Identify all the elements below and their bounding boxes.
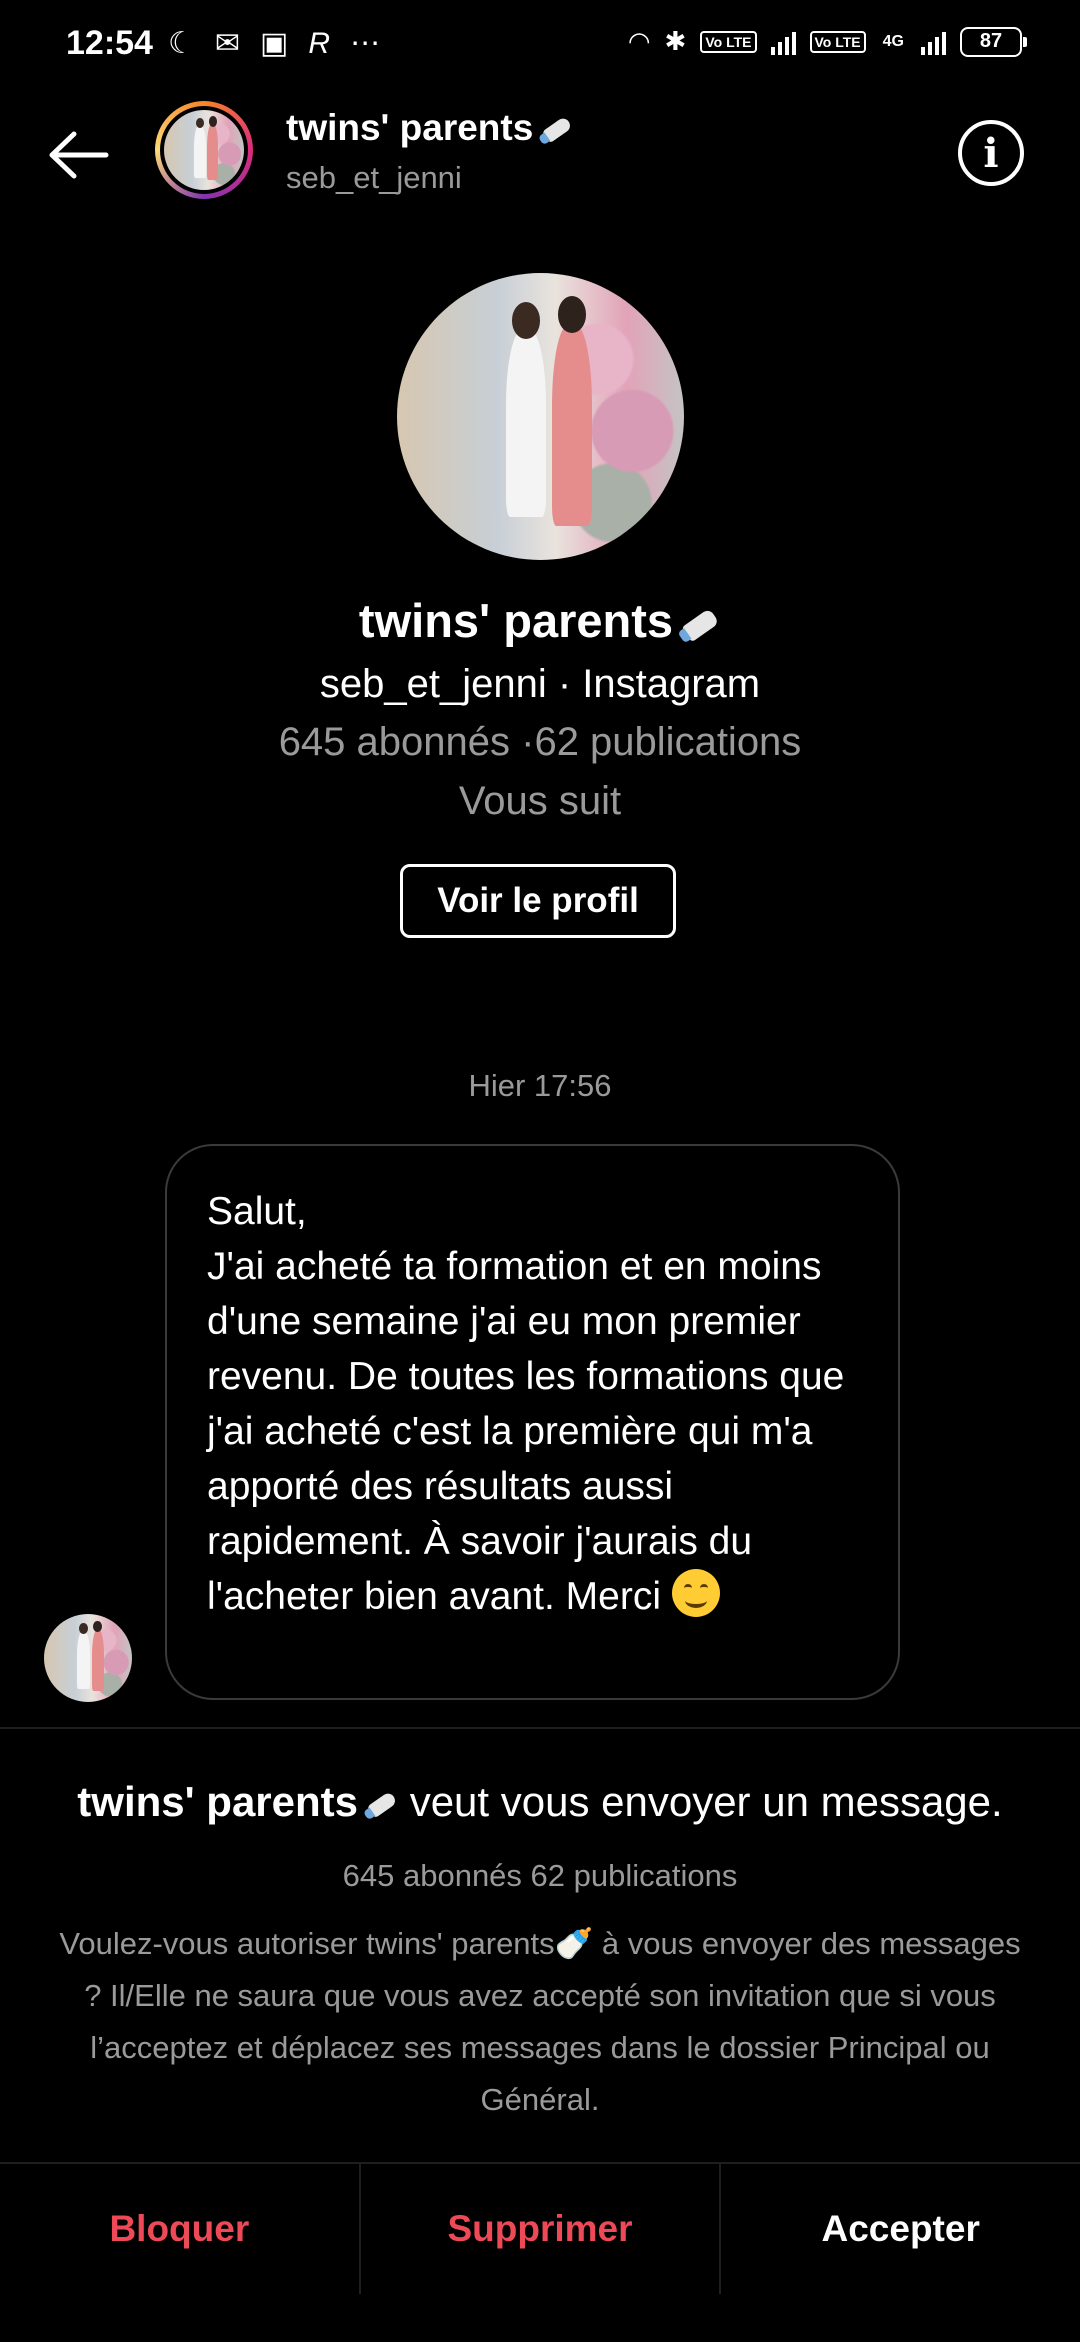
battery-icon: 87: [960, 26, 1027, 57]
volte-tag-1: Vo LTE: [700, 30, 757, 53]
profile-name: twins' parents: [0, 593, 1080, 648]
outlook-icon: ✉: [214, 27, 241, 60]
profile-stats: 645 abonnés ·62 publications: [278, 720, 802, 764]
divider: [0, 1727, 1080, 1729]
request-stats: 645 abonnés 62 publications: [342, 1858, 738, 1893]
request-description: Voulez-vous autoriser twins' parents🍼 à …: [59, 1926, 1021, 2117]
network-4g-tag: 4G: [882, 32, 904, 50]
notification-icons: ☾ ✉ ▣ R ⋯: [168, 26, 380, 61]
view-profile-button[interactable]: Voir le profil: [400, 864, 676, 938]
request-sender-name: twins' parents: [77, 1778, 359, 1825]
request-title-suffix: veut vous envoyer un message.: [409, 1778, 1003, 1825]
bluetooth-icon: ✱: [664, 26, 687, 56]
header-name: twins' parents: [286, 107, 534, 148]
follow-status: Vous suit: [458, 779, 622, 823]
avatar-photo: [164, 110, 244, 190]
info-icon[interactable]: i: [958, 120, 1024, 186]
profile-avatar[interactable]: [397, 273, 684, 560]
status-time: 12:54: [66, 24, 153, 62]
message-text: J'ai acheté ta formation et en moins d'u…: [207, 1245, 845, 1618]
baby-bottle-icon: [534, 110, 577, 150]
message-body: J'ai acheté ta formation et en moins d'u…: [207, 1239, 858, 1624]
message-timestamp: Hier 17:56: [468, 1068, 612, 1103]
profile-subtitle: seb_et_jenni · Instagram: [319, 662, 761, 706]
sender-avatar[interactable]: [44, 1614, 132, 1702]
smiling-face-emoji-icon: [671, 1569, 720, 1617]
block-button[interactable]: Bloquer: [0, 2164, 359, 2294]
signal-icon-1: [770, 29, 796, 55]
signal-icon-2: [921, 29, 946, 55]
message-line: Salut,: [207, 1190, 307, 1233]
r-app-icon: R: [308, 26, 331, 60]
system-icons: ◠ ✱ Vo LTE Vo LTE 4G 87: [627, 26, 1027, 57]
header-username[interactable]: seb_et_jenni: [286, 160, 462, 196]
status-bar: 12:54 ☾ ✉ ▣ R ⋯ ◠ ✱ Vo LTE Vo LTE 4G 87: [0, 0, 1080, 95]
moon-icon: ☾: [168, 27, 195, 60]
header-title[interactable]: twins' parents: [286, 107, 573, 149]
back-arrow-icon[interactable]: [44, 128, 110, 182]
info-glyph: i: [983, 130, 999, 177]
baby-bottle-icon: [358, 1785, 401, 1825]
more-dots-icon: ⋯: [350, 27, 381, 60]
request-actions: Bloquer Supprimer Accepter: [0, 2162, 1080, 2342]
delete-button[interactable]: Supprimer: [358, 2164, 722, 2294]
header-avatar[interactable]: [155, 101, 253, 199]
volte-tag-2: Vo LTE: [809, 30, 866, 53]
wifi-icon: ◠: [627, 26, 651, 56]
teams-icon: ▣: [260, 27, 289, 60]
message-bubble[interactable]: Salut, J'ai acheté ta formation et en mo…: [165, 1144, 900, 1700]
profile-name-text: twins' parents: [358, 594, 674, 647]
request-title: twins' parents veut vous envoyer un mess…: [0, 1778, 1080, 1826]
accept-button[interactable]: Accepter: [721, 2164, 1080, 2294]
baby-bottle-icon: [673, 600, 725, 648]
